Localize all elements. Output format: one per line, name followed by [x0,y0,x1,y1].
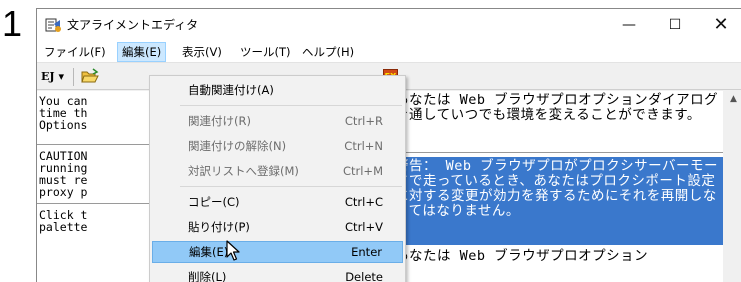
menu-item-label: 関連付け(R) [188,114,251,128]
menu-item-label: 対訳リストへ登録(M) [188,164,299,178]
segment-line: Options [39,118,88,132]
menu-item-edit[interactable]: 編集(E) Enter [152,241,403,263]
title-bar: 文アライメントエディタ — ☐ ✕ [37,9,741,41]
close-button[interactable]: ✕ [698,9,741,41]
menu-separator [180,186,402,187]
menu-item-link[interactable]: 関連付け(R) Ctrl+R [152,110,403,132]
target-scrollbar[interactable]: ▲ [725,91,741,282]
maximize-button[interactable]: ☐ [652,9,698,41]
step-number: 1 [2,3,23,44]
direction-label: EJ [41,70,55,83]
app-window: 文アライメントエディタ — ☐ ✕ ファイル(F) 編集(E) 表示(V) ツー… [36,8,741,282]
menu-item-shortcut: Enter [351,245,382,259]
menu-view[interactable]: 表示(V) [177,42,227,62]
menu-item-shortcut: Ctrl+R [344,114,383,128]
target-segment[interactable]: あなたは Web ブラウザプロオプション [391,247,723,282]
segment-line: palette [39,220,88,234]
direction-dropdown[interactable]: EJ ▾ [41,68,64,86]
menu-item-auto-align[interactable]: 自動関連付け(A) [152,79,403,101]
menu-item-label: 自動関連付け(A) [188,83,274,97]
menu-tools[interactable]: ツール(T) [235,42,296,62]
target-segment-selected[interactable]: 警告： Web ブラウザプロがプロクシサーバーモードで走っているとき、あなたはプ… [391,157,723,245]
toolbar-separator [73,68,74,86]
menu-item-label: 関連付けの解除(N) [188,139,287,153]
menu-item-label: 貼り付け(P) [188,220,250,234]
menu-item-delete[interactable]: 削除(L) Delete [152,266,403,282]
menu-item-label: コピー(C) [188,195,240,209]
menu-separator [180,105,402,106]
minimize-button[interactable]: — [606,9,652,41]
menu-item-label: 削除(L) [188,270,227,282]
menu-item-shortcut: Ctrl+C [344,195,383,209]
segment-line: proxy p [39,185,88,199]
menu-item-shortcut: Delete [345,270,383,282]
menu-item-add-to-list[interactable]: 対訳リストへ登録(M) Ctrl+M [152,160,403,182]
mouse-pointer-icon [226,240,240,261]
menu-item-shortcut: Ctrl+M [342,164,383,178]
menu-bar: ファイル(F) 編集(E) 表示(V) ツール(T) ヘルプ(H) [37,41,741,63]
menu-item-shortcut: Ctrl+V [345,220,383,234]
scroll-up-arrow-icon[interactable]: ▲ [725,91,741,108]
chevron-down-icon: ▾ [58,70,64,83]
window-title: 文アライメントエディタ [67,18,199,32]
menu-item-label: 編集(E) [189,245,229,259]
open-folder-icon[interactable] [81,68,99,85]
menu-help[interactable]: ヘルプ(H) [297,42,359,62]
menu-file[interactable]: ファイル(F) [39,42,111,62]
menu-item-copy[interactable]: コピー(C) Ctrl+C [152,191,403,213]
app-icon [45,18,61,32]
menu-item-unlink[interactable]: 関連付けの解除(N) Ctrl+N [152,135,403,157]
menu-item-paste[interactable]: 貼り付け(P) Ctrl+V [152,216,403,238]
menu-item-shortcut: Ctrl+N [344,139,383,153]
target-segment[interactable]: あなたは Web ブラウザプロオプションダイアログを通していつでも環境を変えるこ… [391,91,723,153]
target-pane[interactable]: あなたは Web ブラウザプロオプションダイアログを通していつでも環境を変えるこ… [391,91,723,282]
menu-edit[interactable]: 編集(E) [117,42,167,62]
edit-menu-dropdown: 自動関連付け(A) 関連付け(R) Ctrl+R 関連付けの解除(N) Ctrl… [149,75,406,282]
